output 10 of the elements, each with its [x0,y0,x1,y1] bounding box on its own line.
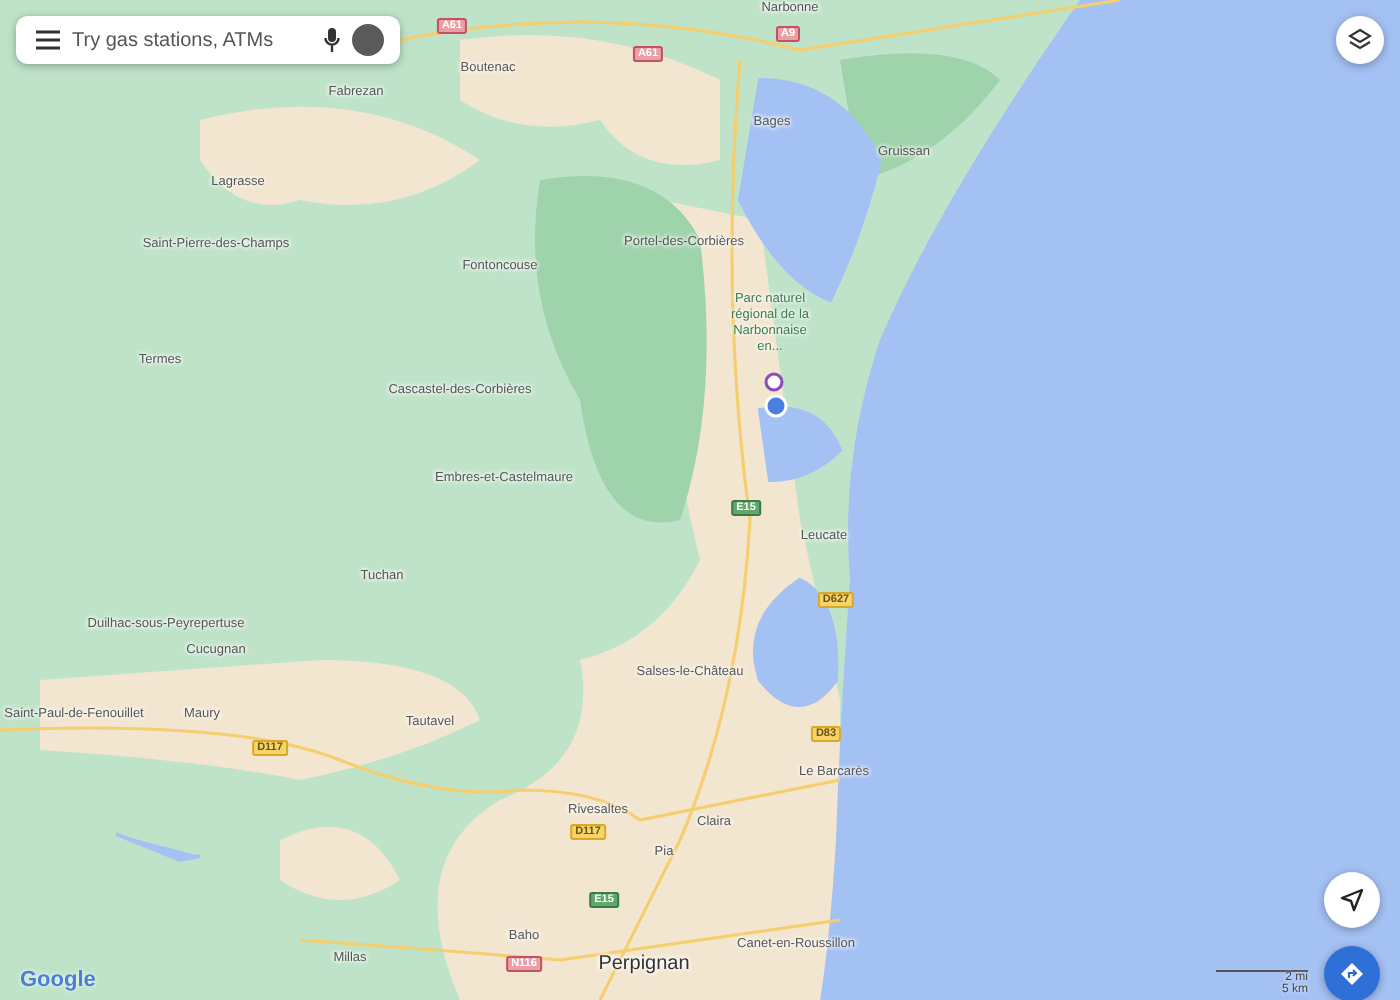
avatar-circle[interactable] [352,24,384,56]
search-bar[interactable]: Try gas stations, ATMs [16,16,400,64]
search-field[interactable]: Try gas stations, ATMs [72,29,312,51]
directions-icon [1340,962,1364,986]
layers-icon [1348,28,1372,52]
menu-icon[interactable] [36,30,60,50]
microphone-icon[interactable] [324,28,340,52]
navigation-arrow-icon [1340,888,1364,912]
map-logo: Google [20,968,96,992]
place-label: Perpignan [598,953,690,975]
